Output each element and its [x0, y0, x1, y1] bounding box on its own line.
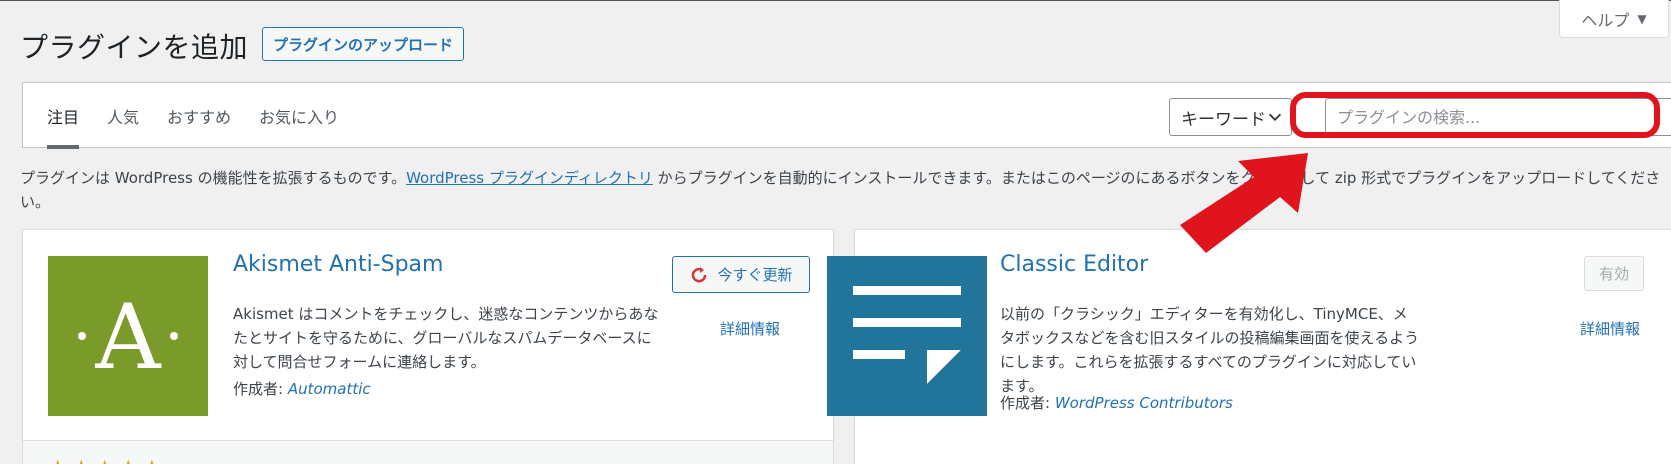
- plugin-description: 以前の「クラシック」エディターを有効化し、TinyMCE、メタボックスなどを含む…: [1000, 305, 1420, 395]
- plugin-author: 作成者: WordPress Contributors: [1000, 392, 1233, 413]
- refresh-icon: [692, 266, 707, 282]
- tab-recommended[interactable]: おすすめ: [167, 83, 231, 149]
- intro-text-mid: からプラグインを自動的にインストールできます。またはこのページの: [652, 169, 1136, 187]
- chevron-down-icon: [1268, 113, 1282, 121]
- plugin-description: Akismet はコメントをチェックし、迷惑なコンテンツからあなたとサイトを守る…: [233, 305, 659, 371]
- tab-favorites[interactable]: お気に入り: [259, 83, 339, 149]
- upload-plugin-button[interactable]: プラグインのアップロード: [262, 27, 465, 61]
- akismet-logo-icon: A: [48, 256, 208, 416]
- help-label: ヘルプ: [1581, 10, 1630, 30]
- pointer-arrow-annotation: [1180, 153, 1308, 253]
- plugin-directory-link[interactable]: WordPress プラグインディレクトリ: [406, 169, 653, 187]
- plugin-card-akismet: A Akismet Anti-Spam Akismet はコメントをチェックし、…: [22, 229, 834, 464]
- page-title: プラグインを追加: [20, 31, 249, 64]
- plugin-search-input[interactable]: [1325, 98, 1671, 136]
- author-link[interactable]: Automattic: [288, 380, 371, 398]
- search-type-select[interactable]: キーワード: [1169, 98, 1292, 136]
- plugin-name-link[interactable]: Akismet Anti-Spam: [233, 252, 443, 277]
- update-now-label: 今すぐ更新: [717, 266, 793, 284]
- tab-featured[interactable]: 注目: [47, 83, 80, 149]
- plugin-name-link[interactable]: Classic Editor: [1000, 252, 1148, 277]
- caret-down-icon: ▼: [1637, 11, 1647, 26]
- help-tab-button[interactable]: ヘルプ ▼: [1559, 0, 1669, 38]
- search-type-value: キーワード: [1181, 109, 1266, 130]
- more-details-link[interactable]: 詳細情報: [720, 318, 780, 339]
- tab-popular[interactable]: 人気: [107, 83, 139, 149]
- author-link[interactable]: WordPress Contributors: [1055, 394, 1233, 412]
- top-border: [0, 0, 1671, 1]
- star-rating-icon: ★★★★★: [47, 455, 165, 464]
- author-label: 作成者:: [1000, 394, 1055, 412]
- svg-text:A: A: [95, 285, 162, 390]
- plugin-card-classic-editor: Classic Editor 以前の「クラシック」エディターを有効化し、Tiny…: [827, 229, 1671, 464]
- intro-text-before: プラグインは WordPress の機能性を拡張するものです。: [20, 169, 407, 187]
- plugin-author: 作成者: Automattic: [233, 378, 371, 399]
- plugin-filter-bar: 注目 人気 おすすめ お気に入り キーワード: [22, 82, 1671, 149]
- active-button: 有効: [1584, 256, 1644, 291]
- document-icon: [827, 256, 987, 416]
- update-now-button[interactable]: 今すぐ更新: [672, 256, 810, 293]
- intro-text: プラグインは WordPress の機能性を拡張するものです。WordPress…: [20, 166, 1671, 214]
- author-label: 作成者:: [233, 380, 288, 398]
- more-details-link[interactable]: 詳細情報: [1580, 318, 1640, 339]
- plugin-tabs: 注目 人気 おすすめ お気に入り: [47, 83, 339, 149]
- plugin-card-footer: ★★★★★: [23, 440, 833, 464]
